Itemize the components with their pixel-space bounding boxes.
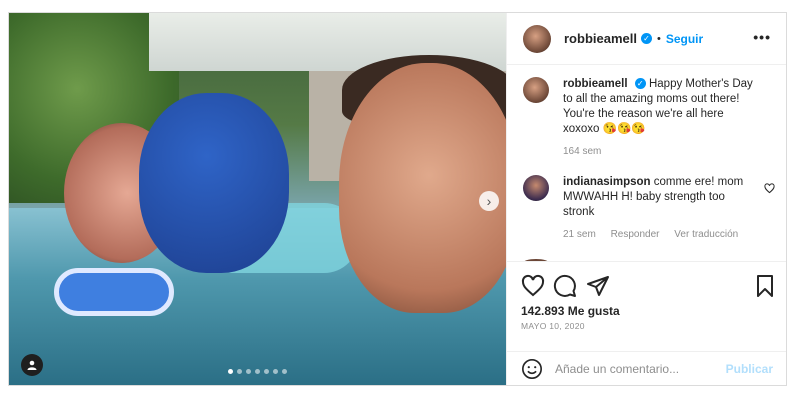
heart-icon[interactable] <box>521 274 545 298</box>
comments-list: robbieamell ✓ Happy Mother's Day to all … <box>507 65 786 261</box>
comment-age: 21 sem <box>563 229 596 240</box>
commenter-avatar[interactable] <box>523 175 549 201</box>
author-avatar[interactable] <box>523 24 551 53</box>
verified-icon: ✓ <box>634 78 646 90</box>
header-separator: • <box>656 32 661 45</box>
carousel-dot <box>228 369 233 374</box>
post-image[interactable]: › <box>9 13 506 385</box>
comment-input[interactable] <box>553 361 717 377</box>
emoji-icon[interactable] <box>521 358 543 380</box>
comment-composer: Publicar <box>507 351 786 385</box>
carousel-indicator <box>9 369 506 374</box>
carousel-dot <box>246 369 251 374</box>
publish-button[interactable]: Publicar <box>726 362 773 376</box>
translate-button[interactable]: Ver traducción <box>674 229 738 240</box>
post-card: › robbieamell ✓ • Seguir ••• robbieamell… <box>8 12 787 386</box>
photo-man <box>339 63 506 313</box>
post-header: robbieamell ✓ • Seguir ••• <box>507 13 786 65</box>
commenter-username[interactable]: indianasimpson <box>563 176 651 188</box>
more-options-icon[interactable]: ••• <box>753 29 771 45</box>
carousel-dot <box>237 369 242 374</box>
caption-body: robbieamell ✓ Happy Mother's Day to all … <box>563 77 753 159</box>
photo-toy-float <box>54 268 174 316</box>
verified-icon: ✓ <box>640 33 652 44</box>
comment-like-heart-icon[interactable] <box>764 183 775 194</box>
share-icon[interactable] <box>586 274 610 298</box>
carousel-dot <box>264 369 269 374</box>
caption-age: 164 sem <box>563 146 602 157</box>
comment-meta: 21 sem Responder Ver traducción <box>563 227 753 242</box>
comment-row: indianasimpson comme ere! mom MWWAHH H! … <box>523 175 753 242</box>
caption-username[interactable]: robbieamell <box>563 78 628 90</box>
post-sidebar: robbieamell ✓ • Seguir ••• robbieamell ✓… <box>506 13 786 385</box>
caption-meta: 164 sem <box>563 144 753 159</box>
author-username[interactable]: robbieamell <box>564 31 637 46</box>
post-date: MAYO 10, 2020 <box>521 321 585 331</box>
chevron-right-icon: › <box>486 193 492 209</box>
photo-baby <box>139 93 289 273</box>
caption-author-avatar[interactable] <box>523 77 549 103</box>
comment-body: indianasimpson comme ere! mom MWWAHH H! … <box>563 175 753 242</box>
caption-row: robbieamell ✓ Happy Mother's Day to all … <box>523 77 753 159</box>
reply-button[interactable]: Responder <box>611 229 660 240</box>
carousel-dot <box>273 369 278 374</box>
follow-button[interactable]: Seguir <box>666 32 703 46</box>
bookmark-icon[interactable] <box>753 274 777 298</box>
likes-count[interactable]: 142.893 Me gusta <box>521 304 620 318</box>
carousel-dot <box>255 369 260 374</box>
carousel-dot <box>282 369 287 374</box>
carousel-next-button[interactable]: › <box>479 191 499 211</box>
post-actions: 142.893 Me gusta MAYO 10, 2020 <box>507 261 786 352</box>
comment-icon[interactable] <box>553 274 577 298</box>
